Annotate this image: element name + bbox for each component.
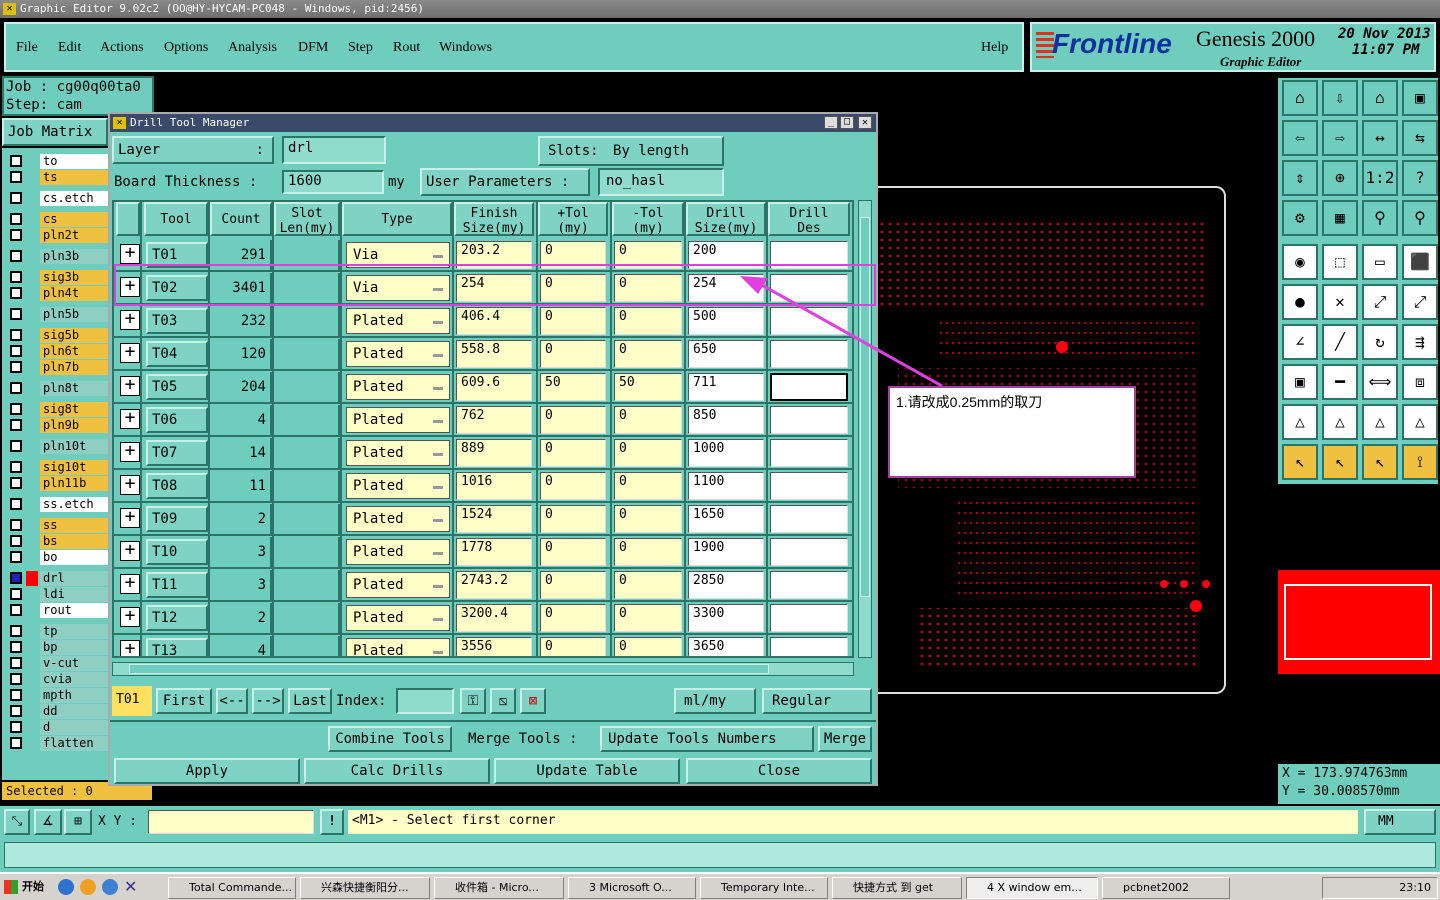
annotation-callout: 1.请改成0.25mm的取刀	[888, 386, 1136, 478]
annotation-arrow	[740, 276, 943, 388]
callout-text: 1.请改成0.25mm的取刀	[896, 394, 1043, 410]
